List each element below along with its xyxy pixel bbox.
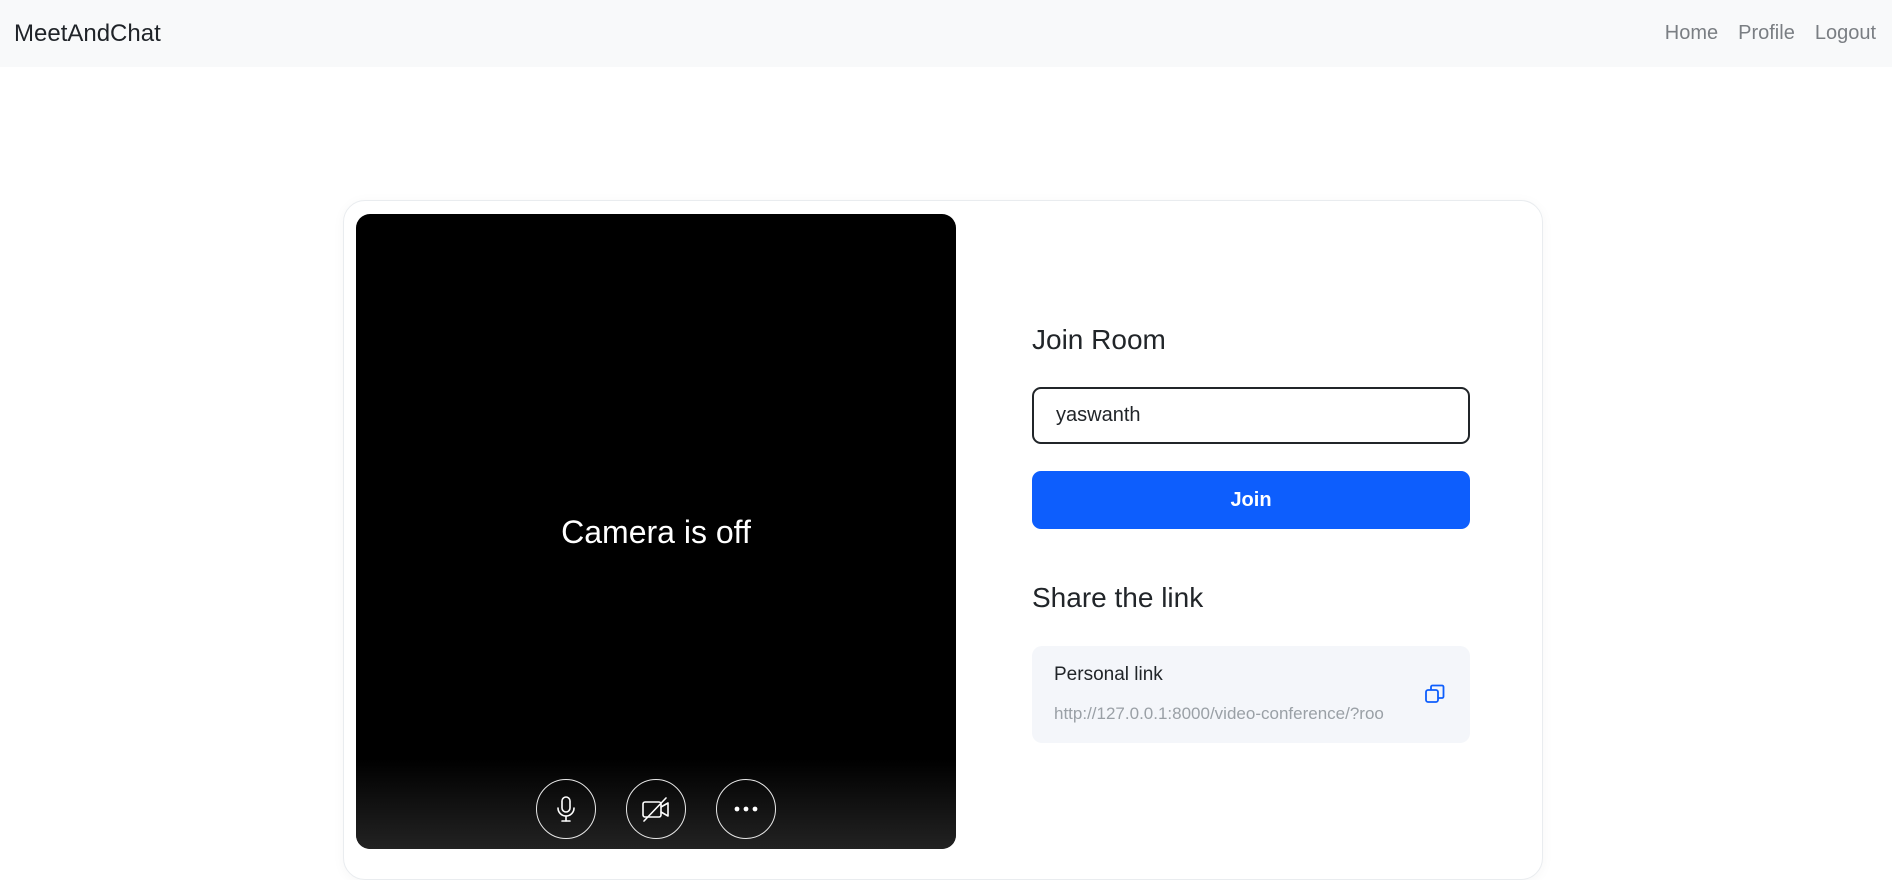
copy-icon[interactable] [1424,683,1446,710]
microphone-button[interactable] [536,779,596,839]
more-options-icon [734,805,758,813]
video-controls [356,779,956,839]
join-card: Camera is off Join Room yaswanth Join Sh… [343,200,1543,880]
nav-link-home[interactable]: Home [1665,22,1718,45]
nav-links: Home Profile Logout [1665,22,1878,45]
join-room-heading: Join Room [1032,324,1166,355]
video-preview: Camera is off [356,214,956,849]
camera-toggle-button[interactable] [626,779,686,839]
personal-link-url: http://127.0.0.1:8000/video-conference/?… [1054,704,1384,723]
join-button[interactable]: Join [1032,471,1470,529]
microphone-icon [554,795,578,823]
share-link-heading: Share the link [1032,582,1204,613]
personal-link-label: Personal link [1054,664,1163,685]
navbar: MeetAndChat Home Profile Logout [0,0,1892,67]
camera-status-text: Camera is off [561,514,751,550]
camera-off-icon [641,795,671,823]
brand-logo[interactable]: MeetAndChat [14,20,161,48]
nav-link-profile[interactable]: Profile [1738,22,1795,45]
nav-link-logout[interactable]: Logout [1815,22,1876,45]
name-input[interactable] [1032,387,1470,444]
more-options-button[interactable] [716,779,776,839]
personal-link-box: Personal link http://127.0.0.1:8000/vide… [1032,646,1470,743]
